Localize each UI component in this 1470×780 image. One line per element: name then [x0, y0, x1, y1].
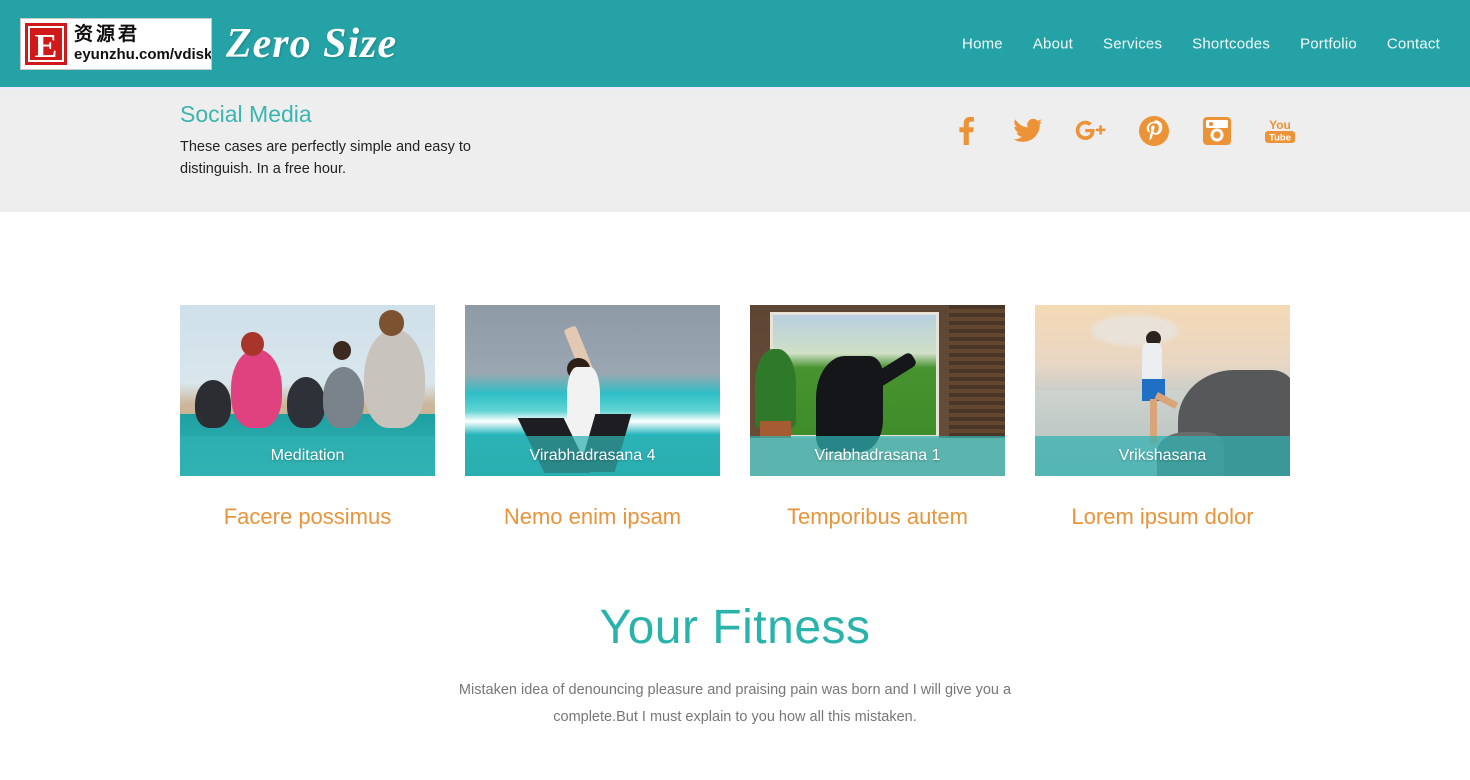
nav-item-about[interactable]: About: [1033, 35, 1073, 52]
nav-item-portfolio[interactable]: Portfolio: [1300, 35, 1357, 52]
card-image[interactable]: Meditation: [180, 305, 435, 476]
nav-item-services[interactable]: Services: [1103, 35, 1162, 52]
brand[interactable]: E 资源君 eyunzhu.com/vdisk Zero Size: [20, 17, 398, 70]
main-navigation: Home About Services Shortcodes Portfolio…: [962, 35, 1440, 52]
card-image[interactable]: Vrikshasana: [1035, 305, 1290, 476]
facebook-icon[interactable]: [945, 111, 985, 151]
gallery-card[interactable]: Vrikshasana Lorem ipsum dolor: [1035, 305, 1290, 530]
card-caption: Virabhadrasana 1: [750, 436, 1005, 476]
card-label[interactable]: Lorem ipsum dolor: [1035, 504, 1290, 530]
social-media-description: These cases are perfectly simple and eas…: [180, 139, 471, 177]
nav-item-contact[interactable]: Contact: [1387, 35, 1440, 52]
gallery-card[interactable]: Virabhadrasana 4 Nemo enim ipsam: [465, 305, 720, 530]
card-label[interactable]: Temporibus autem: [750, 504, 1005, 530]
twitter-icon[interactable]: [1008, 111, 1048, 151]
card-caption: Meditation: [180, 436, 435, 476]
card-caption: Virabhadrasana 4: [465, 436, 720, 476]
social-media-heading: Social Media: [180, 101, 312, 127]
card-label[interactable]: Facere possimus: [180, 504, 435, 530]
logo-text: 资源君 eyunzhu.com/vdisk: [74, 23, 212, 63]
google-plus-icon[interactable]: [1071, 111, 1111, 151]
social-icon-list: You Tube: [945, 111, 1300, 151]
logo-chinese-text: 资源君: [74, 23, 141, 45]
card-image[interactable]: Virabhadrasana 4: [465, 305, 720, 476]
svg-text:Tube: Tube: [1269, 133, 1291, 144]
card-image[interactable]: Virabhadrasana 1: [750, 305, 1005, 476]
nav-item-shortcodes[interactable]: Shortcodes: [1192, 35, 1270, 52]
youtube-icon[interactable]: You Tube: [1260, 111, 1300, 151]
svg-text:You: You: [1269, 118, 1291, 132]
pinterest-icon[interactable]: [1134, 111, 1174, 151]
nav-item-home[interactable]: Home: [962, 35, 1003, 52]
logo[interactable]: E 资源君 eyunzhu.com/vdisk: [20, 17, 212, 70]
fitness-heading: Your Fitness: [599, 601, 871, 654]
social-media-text-block: Social Media These cases are perfectly s…: [180, 101, 480, 180]
instagram-icon[interactable]: [1197, 111, 1237, 151]
logo-letter-icon: E: [25, 22, 67, 65]
site-header: E 资源君 eyunzhu.com/vdisk Zero Size Home A…: [0, 0, 1470, 87]
gallery-card[interactable]: Meditation Facere possimus: [180, 305, 435, 530]
logo-url-text: eyunzhu.com/vdisk: [74, 46, 212, 63]
gallery-cards: Meditation Facere possimus Virabhadrasan…: [180, 305, 1290, 530]
fitness-paragraph: Mistaken idea of denouncing pleasure and…: [458, 682, 1012, 725]
card-caption: Vrikshasana: [1035, 436, 1290, 476]
gallery-card[interactable]: Virabhadrasana 1 Temporibus autem: [750, 305, 1005, 530]
fitness-section: Your Fitness Mistaken idea of denouncing…: [0, 600, 1470, 731]
site-title: Zero Size: [226, 20, 398, 67]
card-label[interactable]: Nemo enim ipsam: [465, 504, 720, 530]
social-media-bar: Social Media These cases are perfectly s…: [0, 87, 1470, 212]
